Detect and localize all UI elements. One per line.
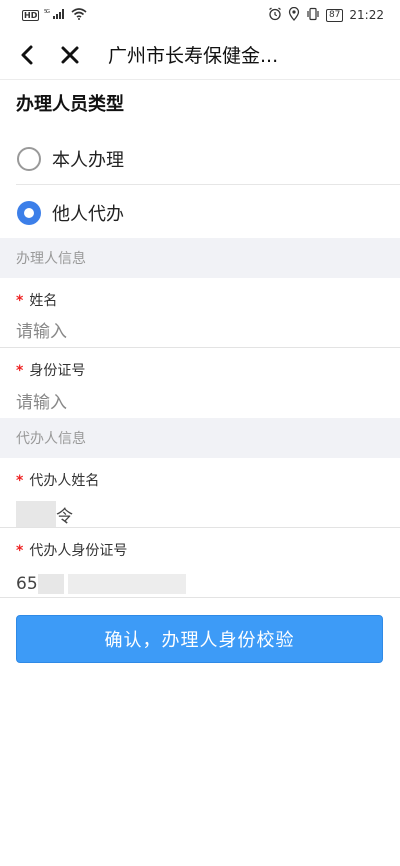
divider: [16, 184, 400, 185]
close-button[interactable]: [50, 35, 90, 75]
confirm-verify-button[interactable]: 确认，办理人身份校验: [16, 615, 383, 663]
chevron-left-icon: [21, 45, 33, 64]
battery-level: 87: [325, 8, 344, 22]
divider: [0, 527, 400, 528]
agent-name-label-text: 代办人姓名: [29, 473, 100, 489]
handler-name-label: * 姓名: [16, 290, 57, 310]
handler-id-label-text: 身份证号: [29, 363, 86, 379]
alarm-icon: [268, 7, 282, 24]
handler-id-input[interactable]: [16, 389, 386, 417]
agent-id-label: * 代办人身份证号: [16, 540, 127, 560]
handler-name-label-text: 姓名: [29, 293, 58, 309]
required-mark: *: [16, 293, 24, 309]
signal-icon: 5G: [44, 8, 66, 23]
agent-id-label-text: 代办人身份证号: [29, 543, 128, 559]
radio-label-self: 本人办理: [52, 150, 124, 171]
handler-id-label: * 身份证号: [16, 360, 85, 380]
agent-name-input[interactable]: 令: [16, 500, 73, 528]
agent-name-visible-text: 令: [56, 506, 73, 527]
handler-type-title: 办理人员类型: [16, 94, 124, 115]
clock: 21:22: [349, 8, 384, 22]
divider: [0, 597, 400, 598]
radio-option-self[interactable]: 本人办理: [0, 133, 400, 185]
nav-bar: 广州市长寿保健金...: [0, 30, 400, 80]
agent-name-label: * 代办人姓名: [16, 470, 99, 490]
page-title: 广州市长寿保健金...: [108, 45, 279, 67]
handler-info-header: 办理人信息: [0, 238, 400, 278]
location-icon: [288, 6, 300, 24]
divider: [0, 347, 400, 348]
handler-name-input[interactable]: [16, 318, 386, 346]
radio-checked-icon[interactable]: [17, 201, 41, 225]
redaction-block: [67, 574, 186, 594]
status-left: HD 5G: [22, 7, 87, 23]
agent-id-input[interactable]: 65: [16, 570, 186, 598]
redaction-block: [16, 501, 56, 527]
required-mark: *: [16, 473, 24, 489]
agent-info-header: 代办人信息: [0, 418, 400, 458]
vibrate-icon: [306, 7, 320, 24]
radio-unchecked-icon[interactable]: [17, 147, 41, 171]
radio-option-agent[interactable]: 他人代办: [0, 187, 400, 239]
required-mark: *: [16, 543, 24, 559]
required-mark: *: [16, 363, 24, 379]
close-icon: [61, 46, 79, 63]
network-type: 5G: [44, 9, 50, 15]
redaction-block: [37, 574, 64, 594]
radio-label-agent: 他人代办: [52, 204, 124, 225]
hd-indicator: HD: [22, 9, 40, 21]
wifi-icon: [71, 7, 87, 23]
status-right: 87 21:22: [268, 6, 384, 24]
agent-id-visible-text: 65: [16, 574, 38, 594]
back-button[interactable]: [8, 35, 48, 75]
status-bar: HD 5G 87 21:22: [0, 0, 400, 30]
